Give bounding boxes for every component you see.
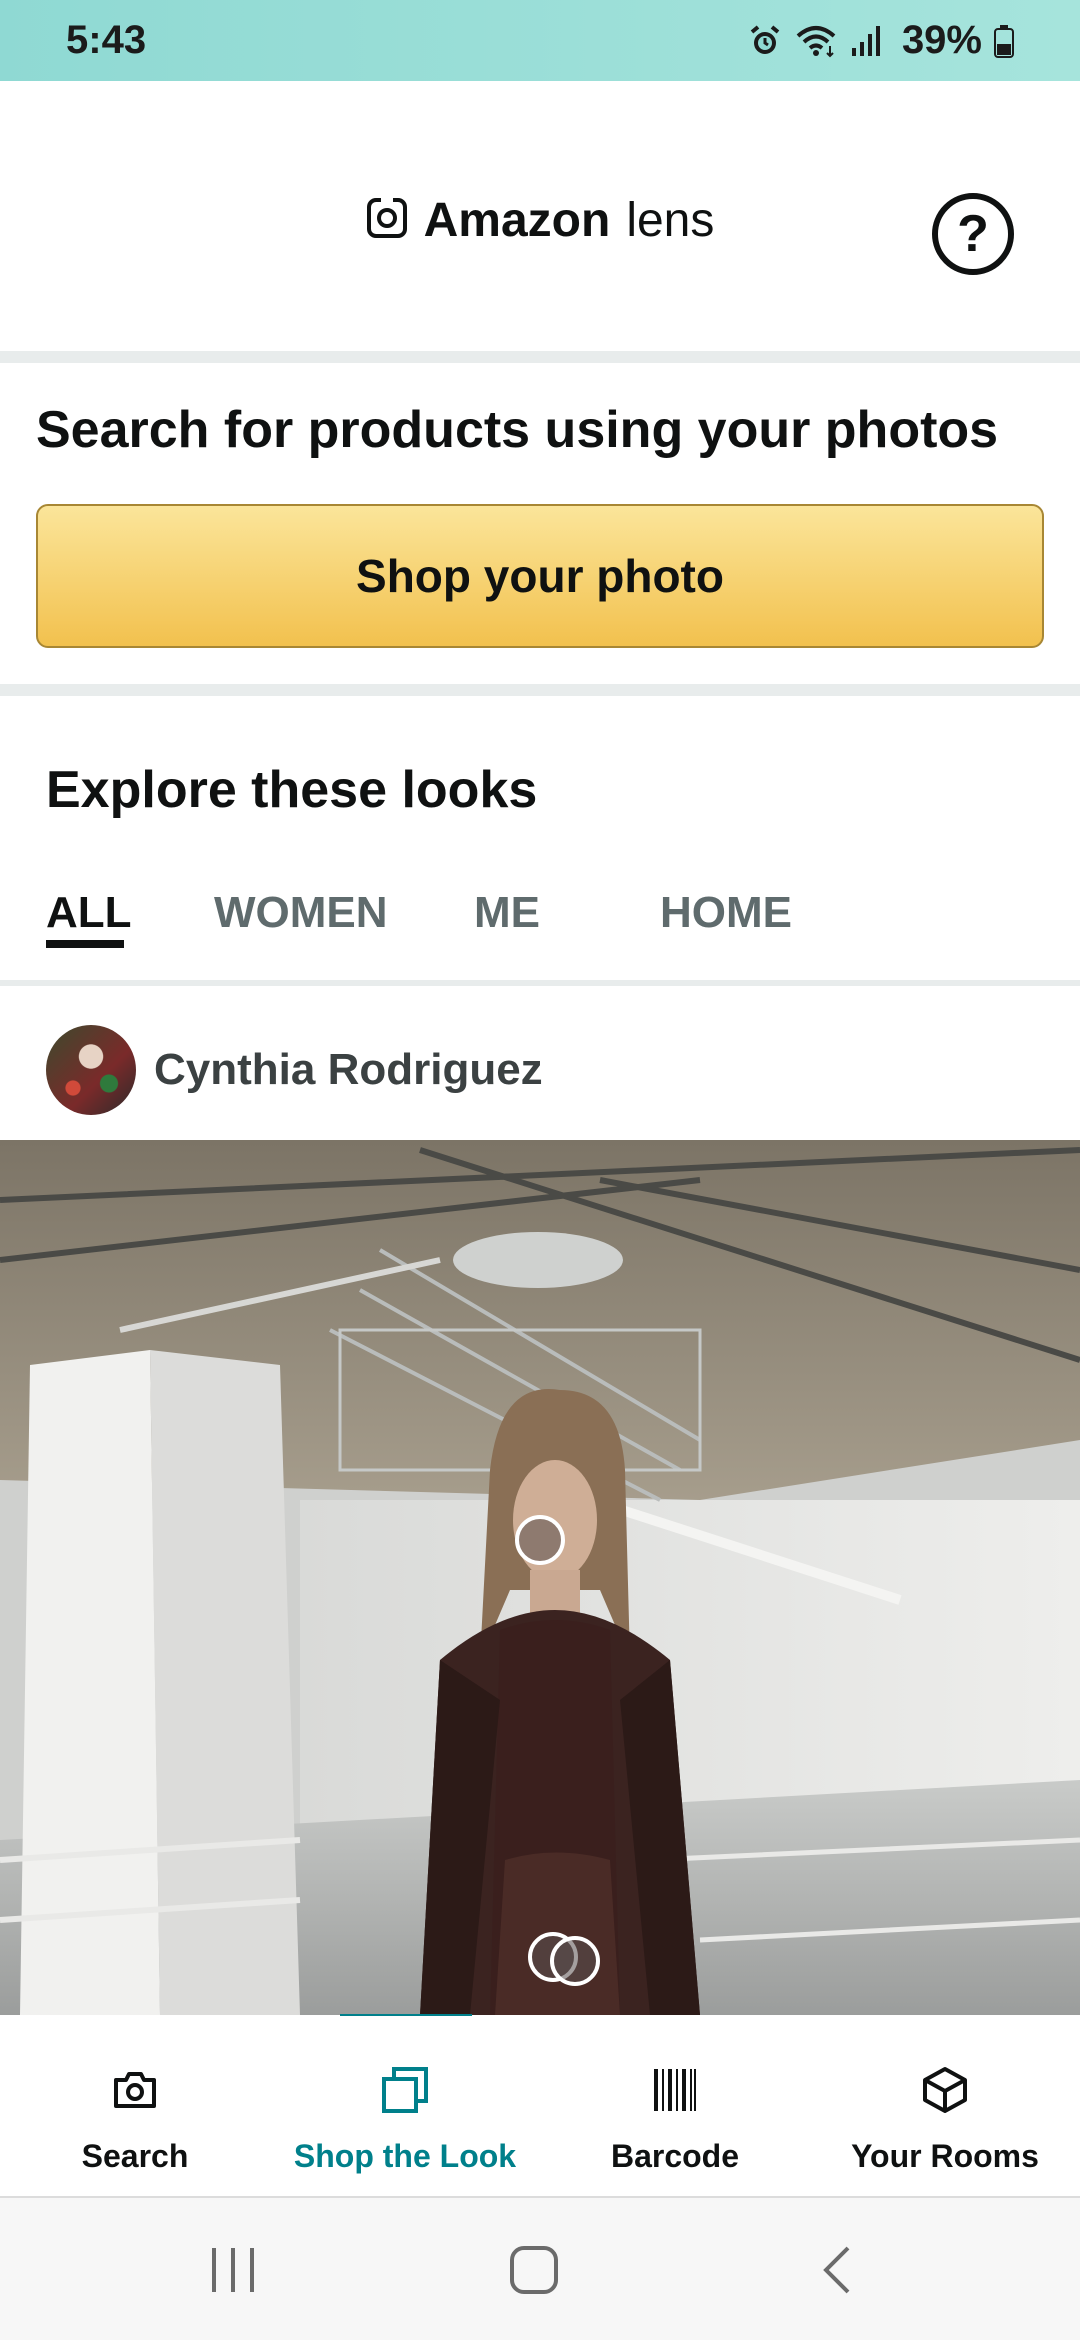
tab-home[interactable]: HOME [660, 888, 792, 938]
tab-me[interactable]: ME [474, 888, 540, 938]
battery-icon [994, 24, 1014, 58]
hero-title: Search for products using your photos [36, 401, 999, 459]
status-bar: 5:43 39% [0, 0, 1080, 81]
nav-label: Search [81, 2138, 189, 2174]
tab-women[interactable]: WOMEN [214, 888, 388, 938]
barcode-icon [652, 2062, 698, 2118]
signal-icon [850, 24, 884, 58]
product-hotspot-bottom-2[interactable] [550, 1936, 600, 1986]
help-button[interactable]: ? [932, 193, 1014, 275]
alarm-icon [748, 24, 782, 58]
nav-label: Barcode [610, 2138, 740, 2174]
section-divider [0, 684, 1080, 696]
avatar[interactable] [46, 1025, 136, 1115]
section-divider [0, 351, 1080, 363]
bottom-nav: Search Shop the Look Barcode Your Rooms [0, 2016, 1080, 2196]
nav-search[interactable]: Search [0, 2016, 270, 2196]
camera-icon [112, 2062, 158, 2118]
look-photo[interactable] [0, 1140, 1080, 2015]
system-nav-bar [0, 2196, 1080, 2340]
battery-percent: 39% [901, 18, 982, 62]
home-icon[interactable] [508, 2244, 560, 2301]
tabs-divider [0, 980, 1080, 986]
nav-shop-the-look[interactable]: Shop the Look [270, 2016, 540, 2196]
tab-all[interactable]: ALL [46, 888, 132, 938]
wifi-icon [794, 24, 838, 58]
parking-garage-image [0, 1140, 1080, 2015]
nav-barcode[interactable]: Barcode [540, 2016, 810, 2196]
cube-icon [922, 2062, 968, 2118]
product-hotspot-top[interactable] [515, 1515, 565, 1565]
recent-apps-icon[interactable] [208, 2244, 258, 2301]
status-time: 5:43 [66, 18, 147, 62]
lens-icon [366, 197, 408, 244]
post-author[interactable]: Cynthia Rodriguez [0, 1000, 1080, 1140]
shop-your-photo-button[interactable]: Shop your photo [36, 504, 1044, 648]
brand-sub: lens [626, 194, 715, 247]
nav-your-rooms[interactable]: Your Rooms [810, 2016, 1080, 2196]
tab-active-underline [46, 940, 124, 948]
nav-label: Shop the Look [293, 2138, 517, 2174]
nav-label: Your Rooms [851, 2138, 1039, 2174]
question-icon: ? [957, 205, 989, 263]
back-icon[interactable] [818, 2244, 858, 2301]
stacked-squares-icon [382, 2062, 428, 2118]
author-name[interactable]: Cynthia Rodriguez [154, 1045, 543, 1095]
brand-logo: Amazon lens [0, 193, 1080, 248]
app-header: Amazon lens ? [0, 81, 1080, 351]
status-icons: 39% [748, 18, 1014, 63]
brand-name: Amazon [423, 194, 611, 247]
explore-title: Explore these looks [46, 761, 538, 819]
